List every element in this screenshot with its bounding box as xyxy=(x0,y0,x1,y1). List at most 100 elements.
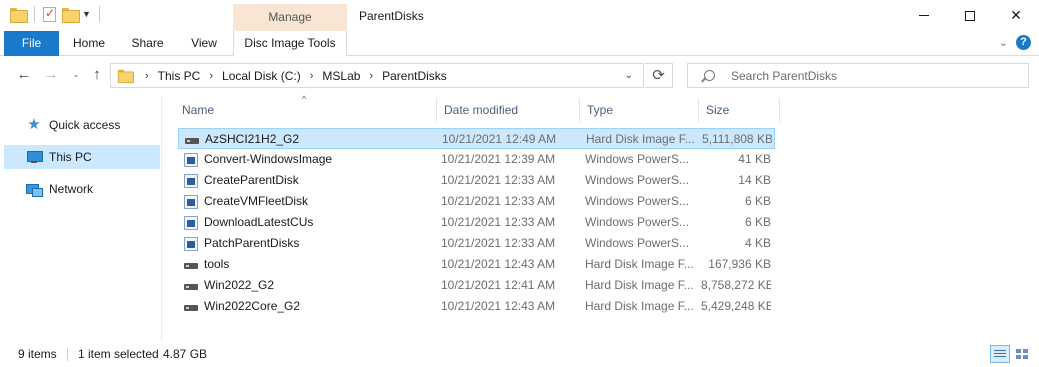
file-size: 8,758,272 KB xyxy=(701,278,771,292)
file-type: Hard Disk Image F... xyxy=(585,257,694,271)
breadcrumb-parentdisks[interactable]: ParentDisks xyxy=(382,69,447,83)
item-count: 9 items xyxy=(18,347,57,361)
search-icon xyxy=(704,70,715,81)
file-date: 10/21/2021 12:39 AM xyxy=(441,152,556,166)
file-row[interactable]: tools 10/21/2021 12:43 AM Hard Disk Imag… xyxy=(178,254,775,275)
address-history-dropdown[interactable]: ⌄ xyxy=(625,70,633,81)
sidebar-item-label: This PC xyxy=(49,150,92,164)
vhd-icon xyxy=(184,258,198,272)
file-date: 10/21/2021 12:33 AM xyxy=(441,236,556,250)
manage-context-group: Manage xyxy=(233,4,347,31)
vhd-icon xyxy=(184,300,198,314)
file-date: 10/21/2021 12:33 AM xyxy=(441,194,556,208)
file-type: Windows PowerS... xyxy=(585,173,690,187)
title-bar: ▼ Manage ParentDisks ✕ xyxy=(0,0,1039,31)
file-row[interactable]: DownloadLatestCUs 10/21/2021 12:33 AM Wi… xyxy=(178,212,775,233)
minimize-button[interactable] xyxy=(901,0,947,31)
file-size: 14 KB xyxy=(738,173,771,187)
file-type: Hard Disk Image F... xyxy=(586,132,695,146)
large-icons-view-icon[interactable] xyxy=(1012,345,1032,363)
maximize-button[interactable] xyxy=(947,0,993,31)
file-date: 10/21/2021 12:41 AM xyxy=(441,278,556,292)
new-folder-icon[interactable] xyxy=(62,7,80,23)
breadcrumb-separator[interactable]: › xyxy=(145,70,149,82)
file-row[interactable]: CreateParentDisk 10/21/2021 12:33 AM Win… xyxy=(178,170,775,191)
toolbar-divider xyxy=(98,6,100,22)
properties-icon[interactable] xyxy=(43,6,56,22)
file-size: 6 KB xyxy=(744,215,771,229)
forward-button[interactable]: → xyxy=(41,65,61,85)
file-date: 10/21/2021 12:43 AM xyxy=(441,257,556,271)
tab-home[interactable]: Home xyxy=(66,31,112,56)
breadcrumb-this-pc[interactable]: This PC xyxy=(158,69,201,83)
file-name: CreateVMFleetDisk xyxy=(204,194,309,208)
recent-locations-button[interactable]: ⌄ xyxy=(66,65,86,85)
file-row[interactable]: CreateVMFleetDisk 10/21/2021 12:33 AM Wi… xyxy=(178,191,775,212)
refresh-button[interactable]: ⟳ xyxy=(645,63,673,88)
file-name: PatchParentDisks xyxy=(204,236,300,250)
file-row[interactable]: Convert-WindowsImage 10/21/2021 12:39 AM… xyxy=(178,149,775,170)
view-switcher xyxy=(990,345,1032,363)
column-header-name[interactable]: Name xyxy=(175,98,437,122)
file-name: Convert-WindowsImage xyxy=(204,152,333,166)
customize-toolbar-dropdown-icon[interactable]: ▼ xyxy=(82,9,91,19)
star-icon: ★ xyxy=(27,116,41,133)
sidebar-item-quick-access[interactable]: ★ Quick access xyxy=(4,113,160,137)
column-header-date-modified[interactable]: Date modified xyxy=(437,98,580,122)
file-name: tools xyxy=(204,257,230,271)
breadcrumb-separator[interactable]: › xyxy=(310,70,314,82)
breadcrumb-local-disk[interactable]: Local Disk (C:) xyxy=(222,69,301,83)
file-date: 10/21/2021 12:43 AM xyxy=(441,299,556,313)
file-row[interactable]: Win2022Core_G2 10/21/2021 12:43 AM Hard … xyxy=(178,296,775,317)
column-header-type[interactable]: Type xyxy=(580,98,699,122)
window-title: ParentDisks xyxy=(359,9,424,23)
sidebar-item-network[interactable]: Network xyxy=(4,177,160,201)
file-type: Windows PowerS... xyxy=(585,152,690,166)
file-list: ^ Name Date modified Type Size AzSHCI21H… xyxy=(175,94,1039,342)
file-row[interactable]: Win2022_G2 10/21/2021 12:41 AM Hard Disk… xyxy=(178,275,775,296)
breadcrumb: › This PC › Local Disk (C:) › MSLab › Pa… xyxy=(137,69,447,83)
network-icon xyxy=(26,181,43,197)
breadcrumb-mslab[interactable]: MSLab xyxy=(322,69,360,83)
address-row: ← → ⌄ ↑ › This PC › Local Disk (C:) › MS… xyxy=(0,56,1039,96)
powershell-script-icon xyxy=(184,152,198,167)
toolbar-divider xyxy=(34,6,35,22)
back-button[interactable]: ← xyxy=(14,65,34,85)
breadcrumb-separator[interactable]: › xyxy=(369,70,373,82)
file-size: 5,429,248 KB xyxy=(701,299,771,313)
sidebar-item-this-pc[interactable]: This PC xyxy=(4,145,160,169)
powershell-script-icon xyxy=(184,194,198,209)
tab-view[interactable]: View xyxy=(182,31,226,56)
breadcrumb-separator[interactable]: › xyxy=(209,70,213,82)
computer-icon xyxy=(26,149,43,165)
help-icon[interactable]: ? xyxy=(1016,35,1031,50)
file-row[interactable]: AzSHCI21H2_G2 10/21/2021 12:49 AM Hard D… xyxy=(178,128,775,149)
window-controls: ✕ xyxy=(901,0,1039,31)
file-size: 6 KB xyxy=(744,194,771,208)
search-box[interactable]: Search ParentDisks xyxy=(687,63,1029,88)
file-size: 167,936 KB xyxy=(708,257,771,271)
address-bar[interactable]: › This PC › Local Disk (C:) › MSLab › Pa… xyxy=(110,63,644,88)
folder-icon xyxy=(10,7,28,23)
sidebar-item-label: Network xyxy=(49,182,94,196)
ribbon-controls: ⌄ ? xyxy=(999,35,1031,50)
file-name: CreateParentDisk xyxy=(204,173,299,187)
file-row[interactable]: PatchParentDisks 10/21/2021 12:33 AM Win… xyxy=(178,233,775,254)
tab-share[interactable]: Share xyxy=(126,31,169,56)
vhd-icon xyxy=(184,279,198,293)
file-type: Windows PowerS... xyxy=(585,194,690,208)
tab-file[interactable]: File xyxy=(4,31,59,56)
tab-disc-image-tools[interactable]: Disc Image Tools xyxy=(233,31,347,56)
navigation-pane: ★ Quick access This PC Network xyxy=(0,96,162,342)
column-header-size[interactable]: Size xyxy=(699,98,780,122)
search-input[interactable]: Search ParentDisks xyxy=(731,69,837,83)
file-date: 10/21/2021 12:33 AM xyxy=(441,173,556,187)
expand-ribbon-icon[interactable]: ⌄ xyxy=(999,36,1008,49)
close-button[interactable]: ✕ xyxy=(993,0,1039,31)
details-view-icon[interactable] xyxy=(990,345,1010,363)
minimize-icon xyxy=(919,15,929,16)
up-button[interactable]: ↑ xyxy=(87,65,107,85)
file-size: 5,111,808 KB xyxy=(702,132,772,146)
column-header-row: Name Date modified Type Size xyxy=(175,98,780,122)
ribbon: File Home Share View Disc Image Tools ⌄ … xyxy=(0,31,1039,56)
